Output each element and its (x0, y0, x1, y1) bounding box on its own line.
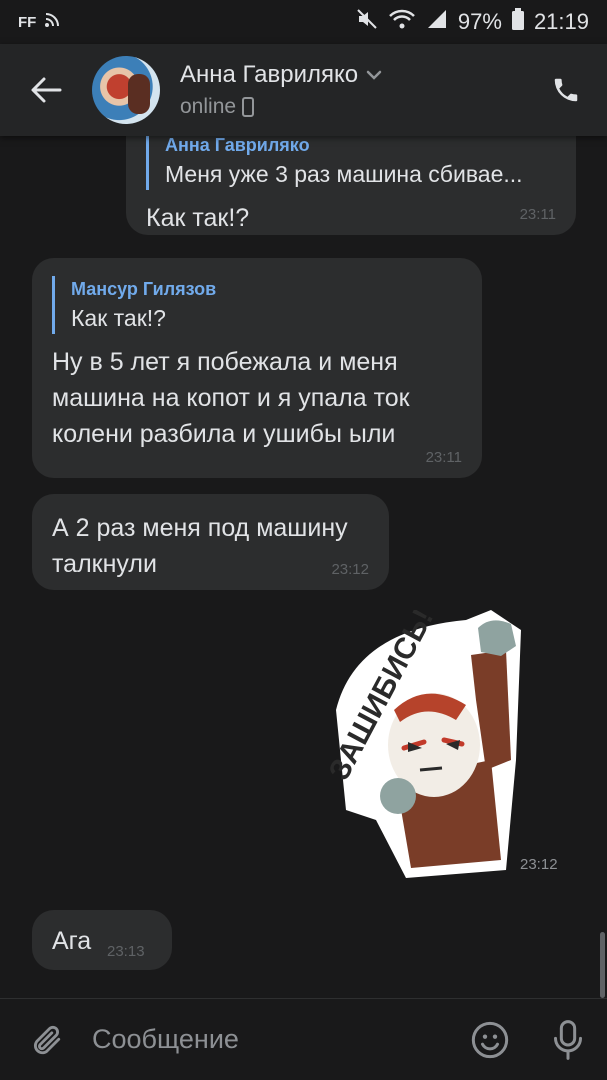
battery-icon (511, 8, 524, 36)
message-incoming[interactable]: А 2 раз меня под машину талкнули 23:12 (32, 494, 389, 590)
contact-name-row: Анна Гавриляко (180, 61, 382, 89)
wifi-icon (388, 8, 416, 36)
message-incoming[interactable]: Ага 23:13 (32, 910, 172, 970)
scrollbar[interactable] (600, 932, 605, 998)
message-input[interactable] (92, 1024, 451, 1055)
message-outgoing[interactable]: Анна Гавриляко Меня уже 3 раз машина сби… (126, 136, 576, 235)
chevron-down-icon (366, 70, 382, 80)
message-composer (0, 998, 607, 1080)
call-button[interactable] (525, 44, 607, 136)
voice-record-button[interactable] (529, 999, 607, 1080)
attach-button[interactable] (0, 999, 92, 1080)
message-text: Как так!? (146, 204, 250, 232)
mobile-device-icon (242, 97, 255, 117)
message-time: 23:11 (519, 206, 556, 223)
reply-quote[interactable]: Анна Гавриляко Меня уже 3 раз машина сби… (146, 136, 556, 190)
message-text-line: колени разбила и ушибы ыли (52, 420, 396, 448)
avatar[interactable] (92, 56, 160, 124)
phone-icon (554, 78, 578, 102)
reply-author: Мансур Гилязов (71, 279, 217, 299)
status-bar: FF 97% 21:19 (0, 0, 607, 44)
sticker[interactable]: ЗАШИБИСЬ! (316, 604, 532, 880)
signal-icon (426, 8, 448, 36)
message-text-line: А 2 раз меня под машину (52, 514, 348, 542)
ff-label: FF (18, 13, 37, 31)
back-button[interactable] (0, 44, 92, 136)
paperclip-icon (33, 1025, 61, 1054)
message-text-line: Ну в 5 лет я побежала и меня (52, 348, 398, 376)
message-time: 23:12 (331, 561, 369, 578)
emoji-icon (471, 1021, 509, 1058)
sticker-image: ЗАШИБИСЬ! (322, 604, 521, 878)
message-incoming[interactable]: Мансур Гилязов Как так!? Ну в 5 лет я по… (32, 258, 482, 478)
reply-author: Анна Гавриляко (165, 136, 310, 155)
message-list[interactable]: Анна Гавриляко Меня уже 3 раз машина сби… (0, 136, 607, 998)
contact-name: Анна Гавриляко (180, 61, 359, 88)
rss-icon (44, 12, 60, 32)
chat-header: Анна Гавриляко online (0, 44, 607, 136)
message-time: 23:13 (107, 943, 145, 960)
contact-status: online (180, 95, 237, 118)
reply-text: Как так!? (71, 305, 166, 331)
clock: 21:19 (533, 9, 589, 34)
message-text-line: талкнули (52, 550, 157, 578)
message-text: Ага (52, 927, 92, 955)
contact-info[interactable]: Анна Гавриляко online (180, 61, 382, 119)
microphone-icon (554, 1019, 582, 1060)
emoji-button[interactable] (451, 999, 529, 1080)
battery-percent: 97% (457, 9, 502, 34)
status-bar-left: FF (18, 12, 60, 32)
reply-quote[interactable]: Мансур Гилязов Как так!? (52, 276, 462, 334)
reply-text: Меня уже 3 раз машина сбивае... (165, 161, 523, 187)
mute-icon (356, 8, 378, 36)
message-text-line: машина на копот и я упала ток (52, 384, 410, 412)
message-time: 23:11 (425, 449, 462, 466)
status-bar-right: 97% 21:19 (356, 8, 589, 36)
back-arrow-icon (31, 77, 62, 103)
message-time: 23:12 (520, 856, 558, 873)
contact-status-row: online (180, 95, 382, 119)
